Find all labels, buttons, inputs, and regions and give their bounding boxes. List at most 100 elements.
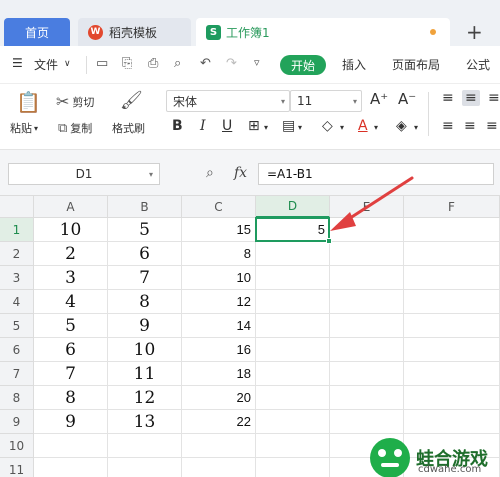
column-header-a[interactable]: A bbox=[34, 196, 108, 218]
cell-a9[interactable]: 9 bbox=[34, 410, 108, 434]
cell-b1[interactable]: 5 bbox=[108, 218, 182, 242]
cell-c1[interactable]: 15 bbox=[182, 218, 256, 242]
align-left-icon[interactable]: ≡ bbox=[442, 118, 454, 134]
cell-f4[interactable] bbox=[404, 290, 500, 314]
row-header[interactable]: 10 bbox=[0, 434, 34, 458]
row-header[interactable]: 3 bbox=[0, 266, 34, 290]
cell-c10[interactable] bbox=[182, 434, 256, 458]
cell-e8[interactable] bbox=[330, 386, 404, 410]
tab-insert[interactable]: 插入 bbox=[342, 56, 366, 73]
cell-b10[interactable] bbox=[108, 434, 182, 458]
cell-f3[interactable] bbox=[404, 266, 500, 290]
tab-home[interactable]: 首页 bbox=[4, 18, 70, 46]
print-preview-icon[interactable]: ⌕ bbox=[174, 56, 181, 71]
cell-b4[interactable]: 8 bbox=[108, 290, 182, 314]
select-all-corner[interactable] bbox=[0, 196, 34, 218]
formula-input[interactable]: =A1-B1 bbox=[258, 163, 494, 185]
cell-c11[interactable] bbox=[182, 458, 256, 477]
name-box[interactable]: D1 ▾ bbox=[8, 163, 160, 185]
tab-formulas[interactable]: 公式 bbox=[466, 56, 490, 73]
cell-c4[interactable]: 12 bbox=[182, 290, 256, 314]
cell-f2[interactable] bbox=[404, 242, 500, 266]
column-header-c[interactable]: C bbox=[182, 196, 256, 218]
grow-font-button[interactable]: A⁺ bbox=[370, 90, 388, 108]
fx-icon[interactable]: fx bbox=[234, 165, 247, 181]
export-icon[interactable]: ⎘ bbox=[122, 56, 132, 71]
tab-template[interactable]: W 稻壳模板 bbox=[78, 18, 191, 46]
cell-e2[interactable] bbox=[330, 242, 404, 266]
cell-f7[interactable] bbox=[404, 362, 500, 386]
eraser-icon[interactable]: ◈ bbox=[396, 118, 407, 134]
row-header[interactable]: 11 bbox=[0, 458, 34, 477]
cell-b6[interactable]: 10 bbox=[108, 338, 182, 362]
cell-e6[interactable] bbox=[330, 338, 404, 362]
cell-d10[interactable] bbox=[256, 434, 330, 458]
cell-c5[interactable]: 14 bbox=[182, 314, 256, 338]
cell-b11[interactable] bbox=[108, 458, 182, 477]
cell-c2[interactable]: 8 bbox=[182, 242, 256, 266]
font-name-select[interactable]: 宋体 ▾ bbox=[166, 90, 290, 112]
cell-c7[interactable]: 18 bbox=[182, 362, 256, 386]
cell-a4[interactable]: 4 bbox=[34, 290, 108, 314]
italic-button[interactable]: I bbox=[200, 118, 206, 134]
cell-a11[interactable] bbox=[34, 458, 108, 477]
cell-d7[interactable] bbox=[256, 362, 330, 386]
font-color-icon[interactable]: A bbox=[358, 118, 368, 134]
cell-b9[interactable]: 13 bbox=[108, 410, 182, 434]
font-size-select[interactable]: 11 ▾ bbox=[290, 90, 362, 112]
cell-f9[interactable] bbox=[404, 410, 500, 434]
cell-e7[interactable] bbox=[330, 362, 404, 386]
cell-e4[interactable] bbox=[330, 290, 404, 314]
cell-a1[interactable]: 10 bbox=[34, 218, 108, 242]
paste-icon[interactable]: 📋 bbox=[16, 90, 41, 114]
align-bottom-icon[interactable]: ≡ bbox=[488, 90, 500, 106]
align-center-icon[interactable]: ≡ bbox=[464, 118, 476, 134]
cell-f5[interactable] bbox=[404, 314, 500, 338]
cell-d5[interactable] bbox=[256, 314, 330, 338]
chevron-down-icon[interactable]: ▾ bbox=[414, 123, 418, 132]
cell-a8[interactable]: 8 bbox=[34, 386, 108, 410]
row-header[interactable]: 2 bbox=[0, 242, 34, 266]
cell-e5[interactable] bbox=[330, 314, 404, 338]
print-icon[interactable]: ⎙ bbox=[148, 56, 158, 71]
format-painter-icon[interactable]: 🖌 bbox=[120, 90, 143, 111]
borders-icon[interactable]: ⊞ bbox=[248, 118, 260, 134]
cell-b5[interactable]: 9 bbox=[108, 314, 182, 338]
cell-e9[interactable] bbox=[330, 410, 404, 434]
cell-b8[interactable]: 12 bbox=[108, 386, 182, 410]
chevron-down-icon[interactable]: ∨ bbox=[64, 59, 71, 69]
row-header[interactable]: 1 bbox=[0, 218, 34, 242]
chevron-down-icon[interactable]: ▾ bbox=[340, 123, 344, 132]
cell-a5[interactable]: 5 bbox=[34, 314, 108, 338]
chevron-down-icon[interactable]: ▾ bbox=[374, 123, 378, 132]
row-header[interactable]: 6 bbox=[0, 338, 34, 362]
column-header-e[interactable]: E bbox=[330, 196, 404, 218]
cell-c9[interactable]: 22 bbox=[182, 410, 256, 434]
underline-button[interactable]: U bbox=[222, 118, 232, 134]
row-header[interactable]: 7 bbox=[0, 362, 34, 386]
chevron-down-icon[interactable]: ▾ bbox=[264, 123, 268, 132]
row-header[interactable]: 5 bbox=[0, 314, 34, 338]
bold-button[interactable]: B bbox=[172, 118, 183, 134]
cell-d8[interactable] bbox=[256, 386, 330, 410]
undo-icon[interactable]: ↶ bbox=[200, 56, 211, 71]
menu-file[interactable]: 文件 bbox=[34, 56, 58, 73]
cell-d9[interactable] bbox=[256, 410, 330, 434]
cell-f6[interactable] bbox=[404, 338, 500, 362]
cell-a2[interactable]: 2 bbox=[34, 242, 108, 266]
cell-d3[interactable] bbox=[256, 266, 330, 290]
cell-a6[interactable]: 6 bbox=[34, 338, 108, 362]
align-top-icon[interactable]: ≡ bbox=[442, 90, 454, 106]
cell-a3[interactable]: 3 bbox=[34, 266, 108, 290]
fill-handle[interactable] bbox=[326, 238, 332, 244]
new-tab-button[interactable]: + bbox=[466, 18, 483, 46]
cell-f1[interactable] bbox=[404, 218, 500, 242]
save-icon[interactable]: ▭ bbox=[96, 56, 108, 71]
cell-d11[interactable] bbox=[256, 458, 330, 477]
cut-button[interactable]: ✂ 剪切 bbox=[56, 92, 94, 111]
cell-b3[interactable]: 7 bbox=[108, 266, 182, 290]
cell-d6[interactable] bbox=[256, 338, 330, 362]
column-header-f[interactable]: F bbox=[404, 196, 500, 218]
tab-page-layout[interactable]: 页面布局 bbox=[392, 56, 440, 73]
cell-a10[interactable] bbox=[34, 434, 108, 458]
